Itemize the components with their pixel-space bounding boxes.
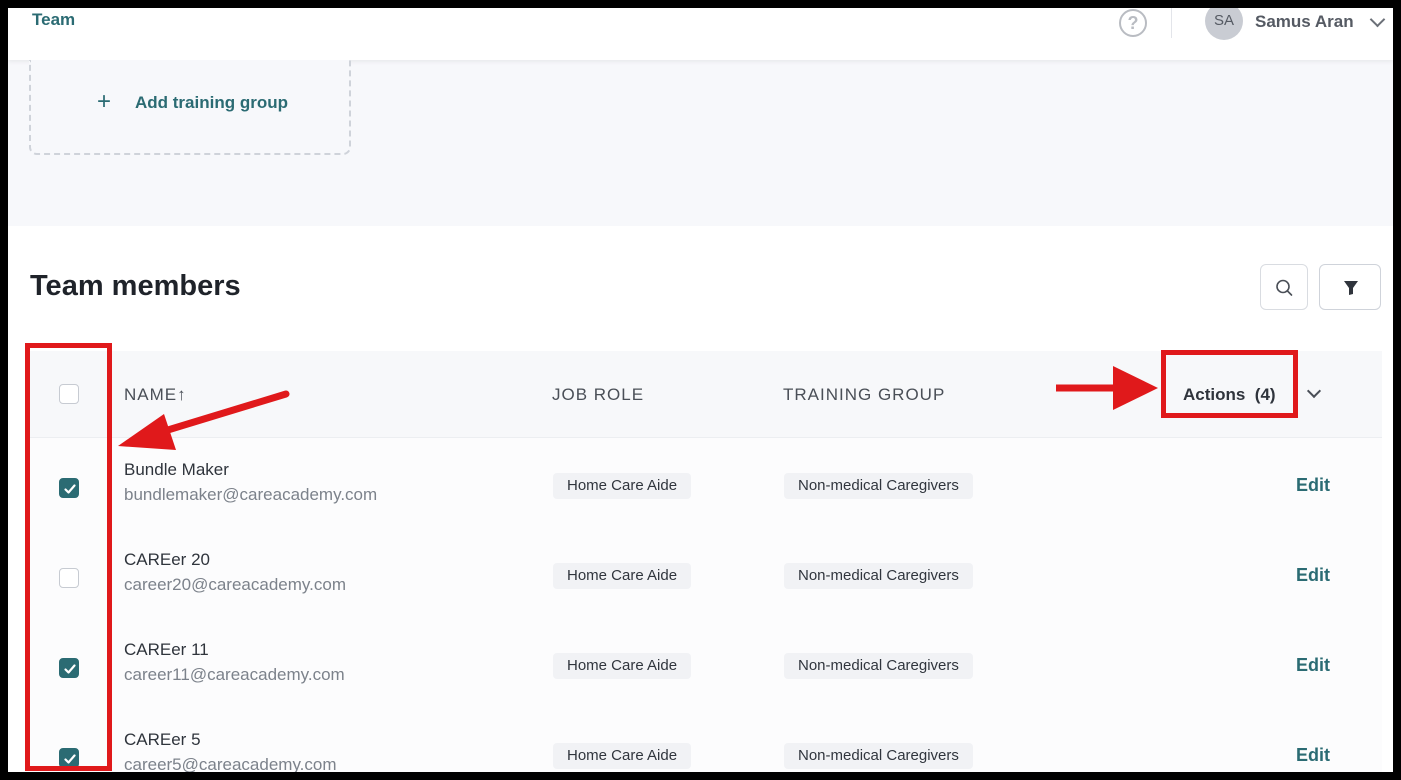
- edit-link[interactable]: Edit: [1296, 745, 1330, 766]
- member-email: bundlemaker@careacademy.com: [124, 485, 378, 504]
- edit-link[interactable]: Edit: [1296, 565, 1330, 586]
- top-bar-divider: [1171, 8, 1172, 38]
- page-title: Team members: [30, 270, 241, 302]
- filter-icon: [1344, 281, 1358, 295]
- table-row: Bundle Maker bundlemaker@careacademy.com…: [26, 438, 1382, 528]
- search-icon: [1276, 279, 1293, 296]
- member-name: CAREer 5: [124, 730, 201, 749]
- table-row: CAREer 11 career11@careacademy.com Home …: [26, 618, 1382, 708]
- chevron-down-icon[interactable]: [1369, 11, 1386, 28]
- column-header-name[interactable]: NAME↑: [124, 385, 187, 405]
- help-icon[interactable]: ?: [1119, 9, 1147, 37]
- column-header-job-role[interactable]: JOB ROLE: [552, 385, 644, 405]
- job-role-chip: Home Care Aide: [553, 473, 692, 499]
- training-group-chip: Non-medical Caregivers: [784, 743, 973, 769]
- team-members-section: Team members NAME↑ JOB ROLE TRAINING GRO…: [8, 226, 1393, 772]
- member-email: career11@careacademy.com: [124, 665, 345, 684]
- training-group-chip: Non-medical Caregivers: [784, 563, 973, 589]
- top-bar: Team ? SA Samus Aran: [8, 8, 1393, 60]
- member-name: CAREer 11: [124, 640, 209, 659]
- table-row: CAREer 20 career20@careacademy.com Home …: [26, 528, 1382, 618]
- member-email: career20@careacademy.com: [124, 575, 346, 594]
- avatar[interactable]: SA: [1205, 8, 1243, 40]
- column-header-training-group[interactable]: TRAINING GROUP: [783, 385, 945, 405]
- user-name[interactable]: Samus Aran: [1255, 12, 1354, 32]
- chevron-down-icon[interactable]: [1306, 383, 1322, 399]
- nav-team-link[interactable]: Team: [32, 10, 75, 30]
- job-role-chip: Home Care Aide: [553, 563, 692, 589]
- search-button[interactable]: [1260, 264, 1308, 310]
- member-name: Bundle Maker: [124, 460, 229, 479]
- filter-button[interactable]: [1319, 264, 1381, 310]
- plus-icon: +: [97, 88, 112, 115]
- training-group-chip: Non-medical Caregivers: [784, 473, 973, 499]
- edit-link[interactable]: Edit: [1296, 655, 1330, 676]
- actions-highlight-box: [1161, 350, 1298, 418]
- checkbox-column-highlight-box: [25, 343, 112, 771]
- job-role-chip: Home Care Aide: [553, 743, 692, 769]
- job-role-chip: Home Care Aide: [553, 653, 692, 679]
- edit-link[interactable]: Edit: [1296, 475, 1330, 496]
- training-group-chip: Non-medical Caregivers: [784, 653, 973, 679]
- member-name: CAREer 20: [124, 550, 210, 569]
- member-email: career5@careacademy.com: [124, 755, 337, 772]
- table-row: CAREer 5 career5@careacademy.com Home Ca…: [26, 708, 1382, 772]
- add-training-group-label: Add training group: [135, 93, 288, 112]
- add-training-group-card[interactable]: + Add training group: [29, 60, 351, 155]
